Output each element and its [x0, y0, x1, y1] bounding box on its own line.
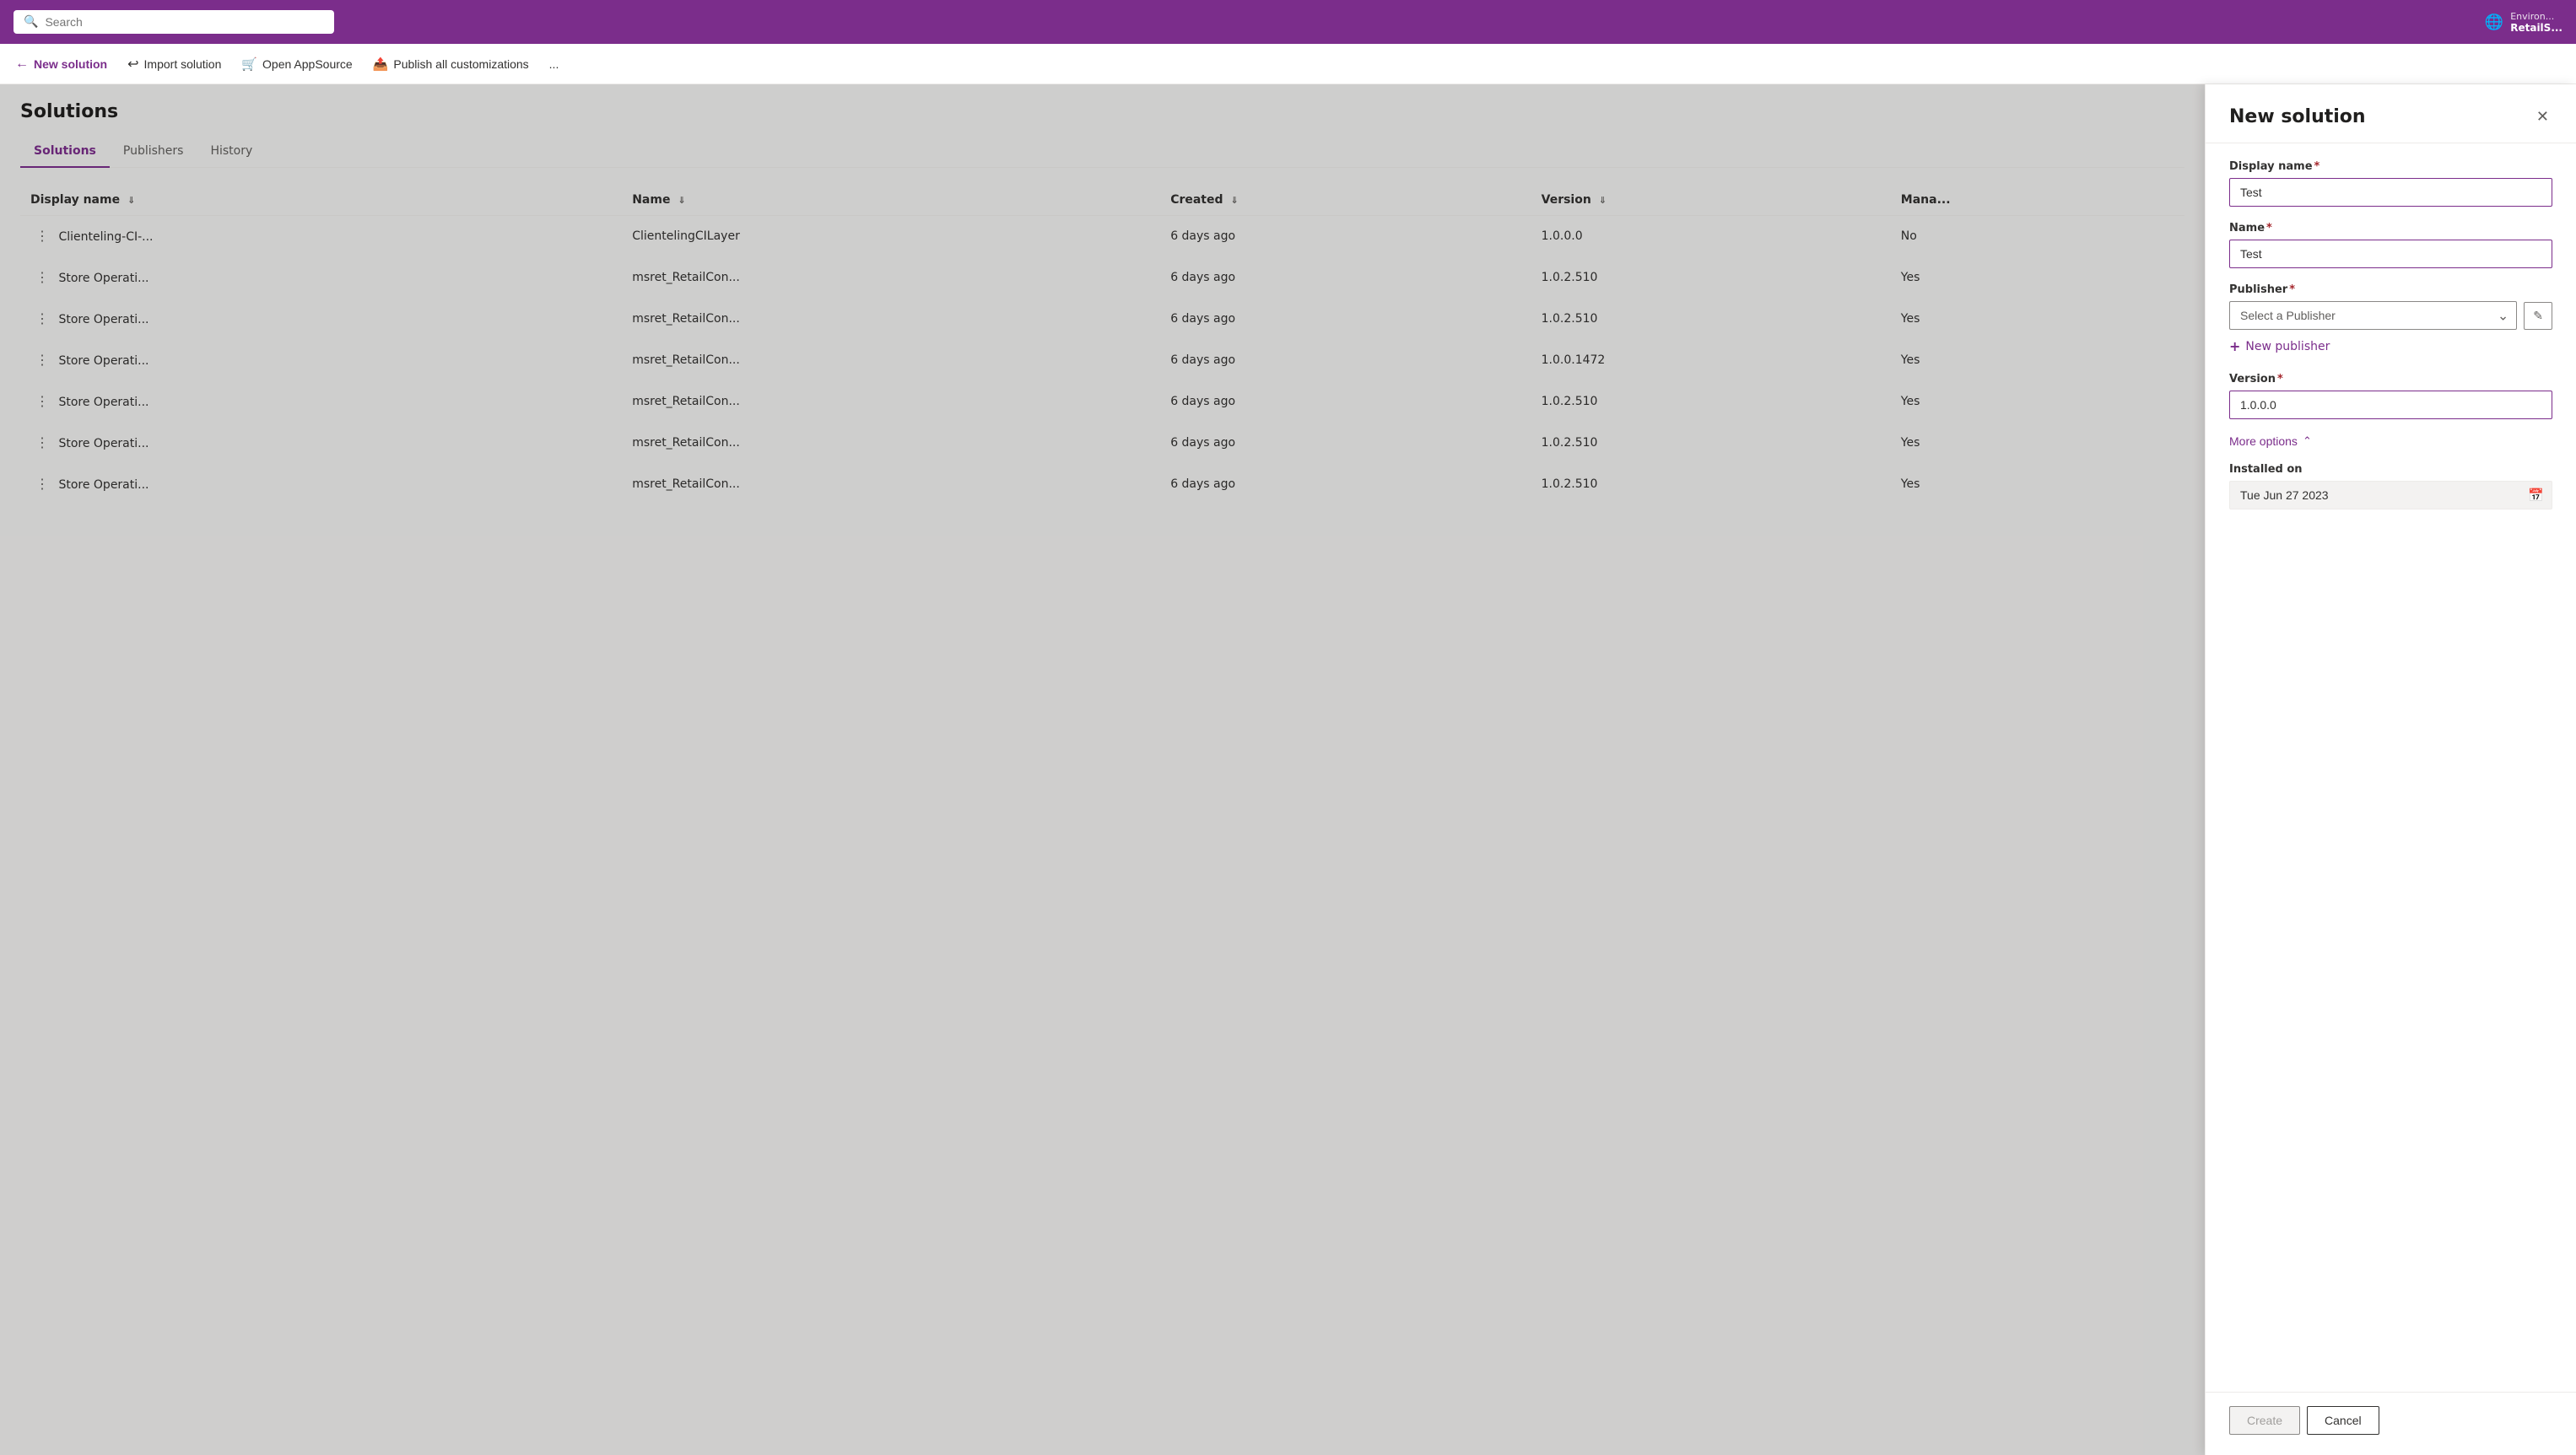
environment-badge: 🌐 Environ... RetailS...: [2485, 11, 2562, 34]
plus-icon: +: [2229, 338, 2240, 354]
import-solution-button[interactable]: ↩ Import solution: [119, 51, 230, 78]
globe-icon: 🌐: [2485, 13, 2503, 31]
display-name-input[interactable]: [2229, 178, 2552, 207]
publisher-row: Select a Publisher ⌄ ✎: [2229, 301, 2552, 330]
top-bar: 🔍 🌐 Environ... RetailS...: [0, 0, 2576, 44]
new-solution-button[interactable]: ← New solution: [7, 51, 116, 77]
installed-on-input[interactable]: [2229, 481, 2552, 509]
edit-publisher-button[interactable]: ✎: [2524, 302, 2552, 330]
cancel-button[interactable]: Cancel: [2307, 1406, 2379, 1435]
env-sub: RetailS...: [2510, 22, 2562, 34]
publisher-label: Publisher*: [2229, 283, 2552, 296]
side-panel-header: New solution ✕: [2206, 84, 2576, 143]
main-content: Solutions Solutions Publishers History D…: [0, 84, 2576, 1455]
pencil-icon: ✎: [2533, 309, 2543, 323]
name-group: Name*: [2229, 222, 2552, 268]
name-input[interactable]: [2229, 240, 2552, 268]
version-input[interactable]: [2229, 391, 2552, 419]
side-panel-title: New solution: [2229, 106, 2366, 127]
side-panel-footer: Create Cancel: [2206, 1392, 2576, 1455]
date-field-wrapper: 📅: [2229, 481, 2552, 509]
search-input[interactable]: [45, 15, 324, 29]
required-star-publisher: *: [2289, 283, 2295, 296]
side-panel: New solution ✕ Display name* Name*: [2205, 84, 2576, 1455]
create-button[interactable]: Create: [2229, 1406, 2300, 1435]
publisher-select-wrapper: Select a Publisher ⌄: [2229, 301, 2517, 330]
more-options-section: More options ⌃: [2229, 434, 2552, 448]
chevron-up-icon: ⌃: [2303, 434, 2312, 448]
required-star-version: *: [2277, 373, 2283, 385]
publish-all-button[interactable]: 📤 Publish all customizations: [365, 51, 537, 77]
version-label: Version*: [2229, 373, 2552, 385]
publisher-group: Publisher* Select a Publisher ⌄ ✎ +: [2229, 283, 2552, 358]
env-label: Environ...: [2510, 11, 2562, 22]
installed-on-label: Installed on: [2229, 463, 2552, 476]
side-panel-body: Display name* Name* Publisher*: [2206, 143, 2576, 1392]
publisher-select[interactable]: Select a Publisher: [2229, 301, 2517, 330]
publish-icon: 📤: [373, 57, 389, 72]
open-appsource-button[interactable]: 🛒 Open AppSource: [233, 51, 360, 77]
required-star-name: *: [2266, 222, 2272, 234]
name-label: Name*: [2229, 222, 2552, 234]
store-icon: 🛒: [241, 57, 257, 72]
version-group: Version*: [2229, 373, 2552, 419]
import-icon: ↩: [127, 56, 138, 73]
more-options-toggle[interactable]: More options ⌃: [2229, 434, 2312, 448]
required-star-display-name: *: [2314, 160, 2320, 173]
close-panel-button[interactable]: ✕: [2533, 105, 2552, 129]
display-name-group: Display name*: [2229, 160, 2552, 207]
new-publisher-link[interactable]: + New publisher: [2229, 335, 2552, 358]
more-toolbar-button[interactable]: ...: [541, 52, 568, 76]
search-icon: 🔍: [24, 15, 38, 29]
toolbar: ← New solution ↩ Import solution 🛒 Open …: [0, 44, 2576, 84]
display-name-label: Display name*: [2229, 160, 2552, 173]
search-bar[interactable]: 🔍: [14, 10, 334, 34]
installed-on-group: Installed on 📅: [2229, 463, 2552, 509]
new-solution-icon: ←: [15, 57, 29, 72]
backdrop: [0, 84, 2205, 1455]
